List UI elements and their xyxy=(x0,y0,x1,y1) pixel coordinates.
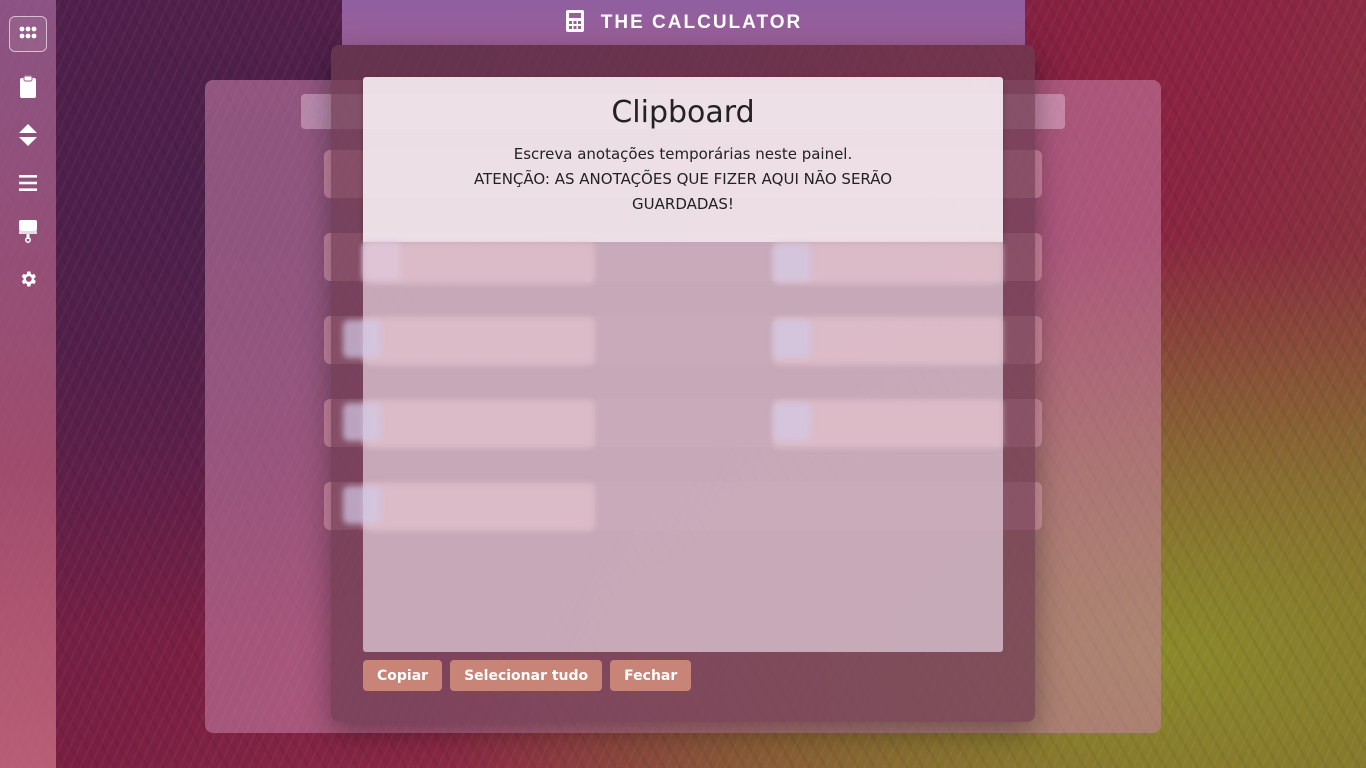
blurred-background xyxy=(363,242,595,284)
blurred-background xyxy=(363,317,595,365)
search-icon xyxy=(309,102,329,126)
blurred-background xyxy=(343,486,381,524)
modal-warning: ATENÇÃO: AS ANOTAÇÕES QUE FIZER AQUI NÃO… xyxy=(473,170,893,213)
menu-button[interactable] xyxy=(9,166,47,204)
blurred-background xyxy=(363,483,595,531)
modal-actions: Copiar Selecionar tudo Fechar xyxy=(363,660,692,691)
clipboard-icon xyxy=(19,75,37,103)
blurred-background xyxy=(773,403,811,441)
paint-roller-icon xyxy=(18,219,38,247)
clipboard-button[interactable] xyxy=(9,70,47,108)
theme-button[interactable] xyxy=(9,214,47,252)
gear-icon xyxy=(18,269,38,293)
clipboard-textarea[interactable] xyxy=(343,242,1003,652)
app-header: THE CALCULATOR xyxy=(342,0,1025,45)
clipboard-modal: Clipboard Escreva anotações temporárias … xyxy=(331,45,1035,722)
close-button[interactable]: Fechar xyxy=(610,660,692,691)
settings-button[interactable] xyxy=(9,262,47,300)
sidebar xyxy=(0,0,56,768)
sort-button[interactable] xyxy=(9,118,47,156)
modal-description: Escreva anotações temporárias neste pain… xyxy=(513,145,853,163)
blurred-background xyxy=(363,400,595,448)
clipboard-modal-header: Clipboard Escreva anotações temporárias … xyxy=(363,77,1003,242)
blurred-background xyxy=(343,320,381,358)
blurred-background xyxy=(773,320,811,358)
select-all-button[interactable]: Selecionar tudo xyxy=(450,660,603,691)
apps-button[interactable] xyxy=(9,16,47,52)
copy-button[interactable]: Copiar xyxy=(363,660,443,691)
sort-arrows-icon xyxy=(18,122,38,152)
modal-title: Clipboard xyxy=(611,95,755,130)
apps-grid-icon xyxy=(19,25,37,44)
menu-icon xyxy=(18,174,38,196)
app-title: THE CALCULATOR xyxy=(600,11,803,33)
calculator-icon xyxy=(565,9,585,37)
blurred-background xyxy=(773,244,811,282)
blurred-background xyxy=(343,403,381,441)
